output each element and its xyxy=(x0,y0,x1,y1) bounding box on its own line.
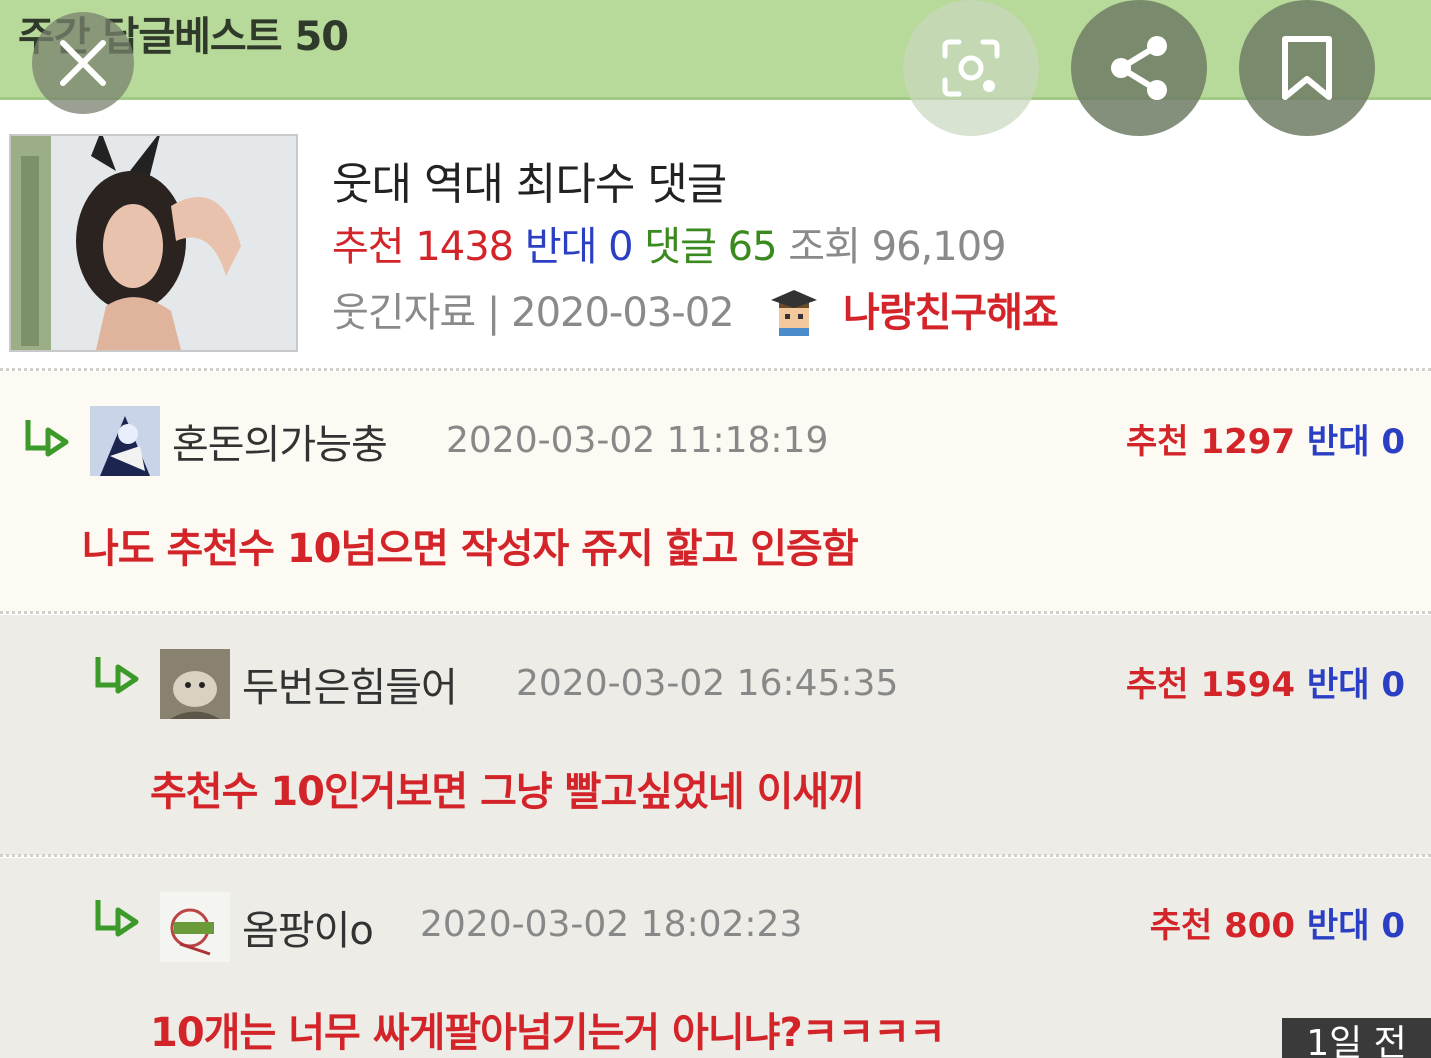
views-label: 조회 xyxy=(788,224,861,270)
recommend-label: 추천 xyxy=(332,224,405,270)
comment-text: 추천수 10인거보면 그냥 빨고싶었네 이새끼 xyxy=(150,769,865,815)
comment-author[interactable]: 두번은힘들어 xyxy=(242,655,458,713)
share-button[interactable] xyxy=(1071,0,1207,136)
post-meta: 웃긴자료 | 2020-03-02 나랑친구해죠 xyxy=(332,280,1059,338)
oppose-label: 반대 xyxy=(524,224,598,270)
oppose-label: 반대 xyxy=(1306,665,1370,705)
comment-time: 2020-03-02 11:18:19 xyxy=(446,420,829,461)
recommend-count: 1594 xyxy=(1200,665,1296,705)
oppose-count: 0 xyxy=(1381,665,1405,705)
post-title[interactable]: 웃대 역대 최다수 댓글 xyxy=(332,148,727,212)
reply-arrow-icon xyxy=(95,657,139,694)
comment-item: 옴팡이o 2020-03-02 18:02:23 추천 800 반대 0 10개… xyxy=(0,858,1431,1058)
top-bar: 주간 답글베스트 50 xyxy=(0,0,1431,100)
thumbnail-image xyxy=(11,136,296,350)
reply-arrow-icon xyxy=(25,420,69,457)
time-ago-badge: 1일 전 xyxy=(1282,1018,1431,1058)
divider xyxy=(0,368,1431,371)
comment-votes: 추천 1594 반대 0 xyxy=(1126,657,1405,706)
comment-item: 혼돈의가능충 2020-03-02 11:18:19 추천 1297 반대 0 … xyxy=(0,372,1431,612)
author-level-icon xyxy=(769,286,819,336)
comment-text: 10개는 너무 싸게팔아넘기는거 아니냐?ㅋㅋㅋㅋ xyxy=(150,1010,946,1056)
comment-author[interactable]: 혼돈의가능충 xyxy=(172,412,388,470)
comments-label: 댓글 xyxy=(644,224,717,270)
recommend-count: 1297 xyxy=(1200,422,1296,462)
oppose-count: 0 xyxy=(608,224,633,270)
recommend-label: 추천 xyxy=(1149,906,1213,946)
recommend-label: 추천 xyxy=(1126,665,1189,705)
comment-votes: 추천 1297 반대 0 xyxy=(1126,414,1405,463)
comment-text: 나도 추천수 10넘으면 작성자 쥬지 핥고 인증함 xyxy=(82,526,859,572)
oppose-label: 반대 xyxy=(1306,422,1370,462)
lens-button[interactable] xyxy=(903,0,1039,136)
comment-time: 2020-03-02 18:02:23 xyxy=(420,904,803,945)
comment-votes: 추천 800 반대 0 xyxy=(1150,898,1405,947)
oppose-label: 반대 xyxy=(1306,906,1370,946)
comment-time: 2020-03-02 16:45:35 xyxy=(516,663,899,704)
post-author[interactable]: 나랑친구해죠 xyxy=(843,290,1059,336)
comments-count: 65 xyxy=(727,224,778,270)
post-date: 2020-03-02 xyxy=(511,290,734,336)
recommend-count: 800 xyxy=(1224,906,1296,946)
oppose-count: 0 xyxy=(1381,422,1405,462)
views-count: 96,109 xyxy=(871,224,1007,270)
post-stats: 추천 1438 반대 0 댓글 65 조회 96,109 xyxy=(332,214,1007,272)
post-thumbnail[interactable] xyxy=(9,134,298,352)
recommend-label: 추천 xyxy=(1126,422,1189,462)
comment-item: 두번은힘들어 2020-03-02 16:45:35 추천 1594 반대 0 … xyxy=(0,615,1431,855)
bookmark-button[interactable] xyxy=(1239,0,1375,136)
divider xyxy=(0,854,1431,857)
comment-author[interactable]: 옴팡이o xyxy=(242,898,374,956)
share-icon xyxy=(1111,36,1167,100)
oppose-count: 0 xyxy=(1381,906,1405,946)
avatar[interactable] xyxy=(160,649,230,719)
lens-icon xyxy=(942,39,1000,97)
close-icon xyxy=(60,40,106,86)
meta-separator: | xyxy=(486,290,501,336)
reply-arrow-icon xyxy=(95,900,139,937)
avatar[interactable] xyxy=(90,406,160,476)
post-category[interactable]: 웃긴자료 xyxy=(332,290,476,336)
avatar[interactable] xyxy=(160,892,230,962)
divider xyxy=(0,611,1431,614)
close-button[interactable] xyxy=(32,12,134,114)
recommend-count: 1438 xyxy=(415,224,514,270)
bookmark-icon xyxy=(1282,36,1332,100)
